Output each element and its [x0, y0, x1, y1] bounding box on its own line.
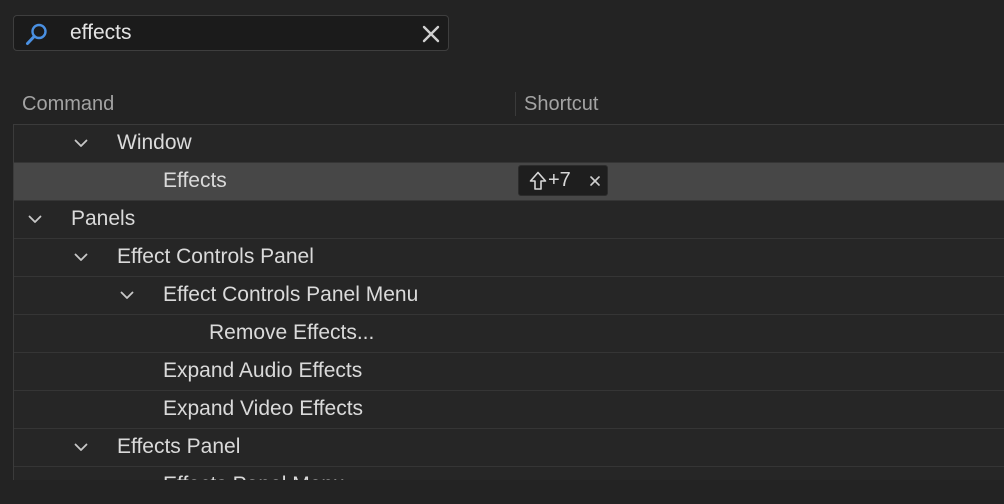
chevron-down-icon[interactable] — [74, 253, 88, 262]
command-label: Effects — [163, 169, 227, 192]
remove-shortcut-icon[interactable] — [589, 175, 601, 187]
shortcut-key-text: +7 — [548, 169, 571, 191]
tree-group-row[interactable]: Effect Controls Panel Menu — [14, 277, 1004, 315]
tree-group-row[interactable]: Effects Panel — [14, 429, 1004, 467]
tree-group-row[interactable]: Effect Controls Panel — [14, 239, 1004, 277]
chevron-down-icon[interactable] — [74, 443, 88, 452]
command-label: Effect Controls Panel Menu — [163, 283, 419, 306]
command-label: Expand Audio Effects — [163, 359, 363, 382]
shift-key-icon — [529, 171, 547, 190]
command-list[interactable]: Window Effects +7 Panels Effect Controls Pan… — [13, 124, 1004, 480]
command-label: Effects Panel — [117, 435, 241, 458]
command-label: Panels — [71, 207, 136, 230]
shortcut-key: +7 — [529, 166, 571, 195]
chevron-down-icon[interactable] — [120, 291, 134, 300]
tree-group-row[interactable]: Effects Panel Menu — [14, 467, 1004, 480]
command-label: Effects Panel Menu — [163, 467, 345, 480]
shortcut-column-header[interactable]: Shortcut — [524, 90, 598, 118]
command-row[interactable]: Expand Audio Effects — [14, 353, 1004, 391]
chevron-down-icon[interactable] — [28, 215, 42, 224]
command-label: Remove Effects... — [209, 321, 375, 344]
shortcut-chip[interactable]: +7 — [518, 165, 608, 196]
command-column-header[interactable]: Command — [22, 90, 114, 118]
tree-group-row[interactable]: Window — [14, 125, 1004, 163]
command-row[interactable]: Expand Video Effects — [14, 391, 1004, 429]
chevron-down-icon[interactable] — [74, 139, 88, 148]
search-icon — [26, 23, 47, 45]
clear-search-icon[interactable] — [420, 23, 442, 45]
command-row[interactable]: Remove Effects... — [14, 315, 1004, 353]
command-label: Expand Video Effects — [163, 397, 364, 420]
search-input[interactable] — [70, 16, 410, 50]
command-label: Window — [117, 131, 192, 154]
tree-group-row[interactable]: Panels — [14, 201, 1004, 239]
command-label: Effect Controls Panel — [117, 245, 314, 268]
command-row[interactable]: Effects +7 — [14, 163, 1004, 201]
search-box[interactable] — [13, 15, 449, 51]
column-divider[interactable] — [515, 92, 516, 116]
